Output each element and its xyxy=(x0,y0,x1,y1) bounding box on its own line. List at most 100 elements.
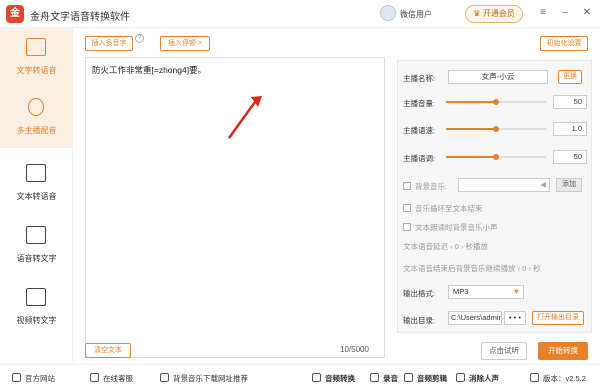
footer-item-label: 音频转换 xyxy=(325,374,355,383)
sidebar-item-label: 语音转文字 xyxy=(16,254,57,263)
editor-text: 防火工作非常重[=zhong4]要。 xyxy=(92,65,207,75)
delay-row: 文本语音延迟 ‹ 0 › 秒播放 xyxy=(403,241,488,252)
loop-checkbox[interactable] xyxy=(403,204,411,212)
anchor-name-label: 主播名称: xyxy=(403,74,436,83)
loop-label: 音乐循环至文本结束 xyxy=(415,204,483,213)
continue-label: 文本语音结束后背景音乐继续播放 xyxy=(403,264,516,273)
help-icon[interactable]: ? xyxy=(135,34,144,43)
insert-pause-button[interactable]: 插入停顿 > xyxy=(160,36,210,51)
speed-value[interactable]: 1.0 xyxy=(553,122,587,136)
delay-stepper[interactable]: ‹ 0 › xyxy=(450,242,463,251)
continue-value: 0 xyxy=(522,264,527,273)
sidebar-item-label: 文字转语音 xyxy=(16,66,57,75)
preview-button[interactable]: 点击试听 xyxy=(481,342,527,360)
lower-volume-label: 文本朗读时背景音乐小声 xyxy=(415,223,498,232)
start-convert-button[interactable]: 开始转换 xyxy=(538,342,588,360)
footer-music-sites[interactable]: 背景音乐下载网址推荐 xyxy=(160,373,248,384)
doc-to-speech-icon xyxy=(26,164,46,182)
insert-polyphone-button[interactable]: 插入多音字 xyxy=(85,36,133,51)
add-music-button[interactable]: 添加 xyxy=(556,178,582,192)
speech-to-text-icon xyxy=(26,226,46,244)
vocal-remove-icon xyxy=(456,373,465,382)
sidebar-item-doc-to-speech[interactable]: 文本转语音 xyxy=(0,154,73,214)
footer-item-label: 消除人声 xyxy=(469,374,499,383)
bg-music-checkbox[interactable] xyxy=(403,182,411,190)
minimize-icon[interactable]: – xyxy=(558,6,572,20)
sidebar-item-multi-anchor[interactable]: 多主播配音 xyxy=(0,88,73,148)
bg-music-field: ◀ xyxy=(458,178,550,192)
continue-row: 文本语音结束后背景音乐继续播放 ‹ 0 › 秒 xyxy=(403,263,541,274)
support-icon xyxy=(90,373,99,382)
menu-icon[interactable]: ≡ xyxy=(536,6,550,20)
lower-volume-checkbox[interactable] xyxy=(403,223,411,231)
footer-item-label: 在线客服 xyxy=(103,374,133,383)
continue-suffix: 秒 xyxy=(533,264,541,273)
volume-label: 主播音量: xyxy=(403,99,436,108)
multi-anchor-icon xyxy=(28,98,44,116)
sidebar-item-video-to-text[interactable]: 视频转文字 xyxy=(0,278,73,338)
sidebar-item-speech-to-text[interactable]: 语音转文字 xyxy=(0,216,73,276)
music-icon xyxy=(160,373,169,382)
delay-suffix: 秒播放 xyxy=(465,242,489,251)
delay-label: 文本语音延迟 xyxy=(403,242,448,251)
output-dir-field[interactable]: C:\Users\admin xyxy=(448,311,502,325)
user-name[interactable]: 微信用户 xyxy=(400,9,432,20)
home-icon xyxy=(12,373,21,382)
user-avatar[interactable] xyxy=(380,5,396,21)
speed-slider[interactable] xyxy=(446,126,546,132)
footer-record[interactable]: 录音 xyxy=(370,373,398,384)
version-text: 版本：v2.5.2 xyxy=(543,374,586,383)
audio-cut-icon xyxy=(404,373,413,382)
app-logo: 金 xyxy=(6,5,24,23)
footer-official-site[interactable]: 官方网站 xyxy=(12,373,55,384)
format-value: MP3 xyxy=(453,287,469,296)
open-output-dir-button[interactable]: 打开输出目录 xyxy=(532,311,584,325)
clear-text-button[interactable]: 清空文本 xyxy=(85,343,131,358)
footer-audio-cut[interactable]: 音频剪辑 xyxy=(404,373,447,384)
version-label: 版本：v2.5.2 xyxy=(530,373,586,384)
pitch-label: 主播语调: xyxy=(403,154,436,163)
sidebar-item-label: 多主播配音 xyxy=(16,126,57,135)
settings-panel: 主播名称: 女声-小云 更换 主播音量: 50 主播语速: 1.0 主播语调: … xyxy=(397,60,592,333)
chevron-down-icon: ▼ xyxy=(512,287,520,296)
volume-value[interactable]: 50 xyxy=(553,95,587,109)
footer-item-label: 音频剪辑 xyxy=(417,374,447,383)
init-settings-button[interactable]: 初始化设置 xyxy=(540,36,588,51)
sidebar: 文字转语音 多主播配音 文本转语音 语音转文字 视频转文字 xyxy=(0,28,73,362)
speed-label: 主播语速: xyxy=(403,126,436,135)
footer-bar: 官方网站 在线客服 背景音乐下载网址推荐 音频转换 录音 音频剪辑 消除人声 版… xyxy=(0,364,600,390)
footer-online-support[interactable]: 在线客服 xyxy=(90,373,133,384)
footer-item-label: 背景音乐下载网址推荐 xyxy=(173,374,248,383)
pitch-slider[interactable] xyxy=(446,154,546,160)
vip-label: 开通会员 xyxy=(482,9,515,18)
text-to-speech-icon xyxy=(26,38,46,56)
footer-item-label: 官方网站 xyxy=(25,374,55,383)
audio-convert-icon xyxy=(312,373,321,382)
sidebar-item-label: 视频转文字 xyxy=(16,316,57,325)
footer-item-label: 录音 xyxy=(383,374,398,383)
anchor-name-field: 女声-小云 xyxy=(448,70,548,84)
mic-icon xyxy=(370,373,379,382)
dir-label: 输出目录: xyxy=(403,316,436,325)
close-icon[interactable]: ✕ xyxy=(580,6,594,20)
annotation-arrow xyxy=(227,96,262,139)
continue-stepper[interactable]: ‹ 0 › xyxy=(518,264,531,273)
browse-dir-button[interactable]: • • • xyxy=(504,311,526,325)
format-label: 输出格式: xyxy=(403,289,436,298)
sidebar-item-text-to-speech[interactable]: 文字转语音 xyxy=(0,28,73,88)
info-icon xyxy=(530,373,539,382)
speaker-icon: ◀ xyxy=(540,180,546,189)
volume-slider[interactable] xyxy=(446,99,546,105)
footer-audio-convert[interactable]: 音频转换 xyxy=(312,373,355,384)
crown-icon: ♛ xyxy=(473,9,483,18)
change-anchor-button[interactable]: 更换 xyxy=(558,70,582,84)
pitch-value[interactable]: 50 xyxy=(553,150,587,164)
sidebar-item-label: 文本转语音 xyxy=(16,192,57,201)
bg-music-label: 背景音乐: xyxy=(415,182,448,191)
title-bar: 金 金舟文字语音转换软件 微信用户 ♛ 开通会员 ≡ – ✕ xyxy=(0,0,600,28)
vip-button[interactable]: ♛ 开通会员 xyxy=(465,5,523,23)
app-title: 金舟文字语音转换软件 xyxy=(30,12,130,23)
format-select[interactable]: MP3 ▼ xyxy=(448,285,524,299)
footer-vocal-remove[interactable]: 消除人声 xyxy=(456,373,499,384)
delay-value: 0 xyxy=(454,242,459,251)
